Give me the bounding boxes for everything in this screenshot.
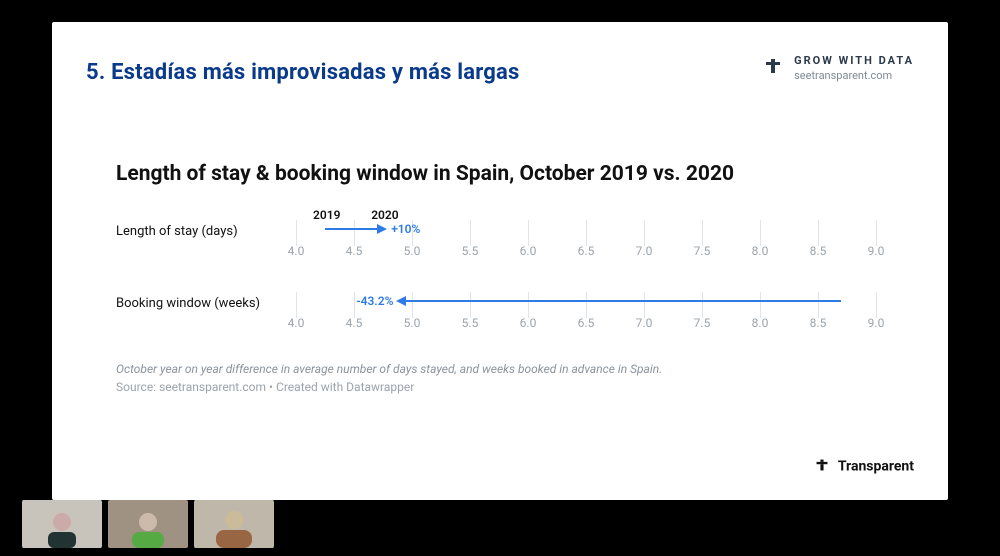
webcam-strip: [22, 500, 276, 548]
webcam-thumb[interactable]: [108, 500, 188, 548]
brand-tagline: GROW WITH DATA: [794, 54, 914, 67]
tick-label: 6.0: [513, 244, 543, 264]
webcam-thumb[interactable]: [194, 500, 274, 548]
tick-label: 6.5: [571, 316, 601, 336]
tick-label: 5.0: [397, 316, 427, 336]
arrow-head-icon: [396, 296, 406, 306]
tick-label: 8.5: [803, 244, 833, 264]
brand-bottom: Transparent: [815, 458, 914, 476]
chart-title: Length of stay & booking window in Spain…: [116, 162, 884, 186]
brand-name: Transparent: [838, 459, 914, 475]
chart-rows: Length of stay (days) 4.0 4.5 5.0 5.5 6.0 6.5 7…: [116, 210, 884, 354]
arrow-head-icon: [377, 224, 387, 234]
transparent-logo-icon: [764, 57, 782, 79]
chart-footnote: October year on year difference in avera…: [116, 362, 884, 376]
tick-label: 8.5: [803, 316, 833, 336]
tick-label: 9.0: [861, 316, 891, 336]
chart-row: Booking window (weeks) 4.0 4.5 5.0 5.5 6.0 6.5…: [116, 282, 884, 354]
tick-label: 5.0: [397, 244, 427, 264]
tick-label: 9.0: [861, 244, 891, 264]
webcam-thumb[interactable]: [22, 500, 102, 548]
chart: Length of stay & booking window in Spain…: [116, 162, 884, 394]
tick-label: 4.5: [339, 244, 369, 264]
tick-label: 6.5: [571, 244, 601, 264]
year-label-2019: 2019: [313, 208, 340, 222]
tick-label: 4.0: [281, 316, 311, 336]
brand-top: GROW WITH DATA seetransparent.com: [764, 54, 914, 82]
tick-label: 7.5: [687, 244, 717, 264]
arrow-line: [325, 228, 377, 230]
pct-change-label: -43.2%: [356, 294, 393, 308]
stage: 5. Estadías más improvisadas y más larga…: [0, 0, 1000, 556]
tick-label: 7.0: [629, 316, 659, 336]
tick-label: 8.0: [745, 244, 775, 264]
axis: 4.04.55.05.56.06.57.07.58.08.59.02019202…: [296, 210, 876, 282]
transparent-logo-icon: [815, 458, 829, 476]
tick-label: 6.0: [513, 316, 543, 336]
chart-row: Length of stay (days) 4.0 4.5 5.0 5.5 6.0 6.5 7…: [116, 210, 884, 282]
arrow-line: [406, 300, 841, 302]
axis: 4.04.55.05.56.06.57.07.58.08.59.0-43.2%: [296, 282, 876, 354]
tick-label: 8.0: [745, 316, 775, 336]
tick-label: 4.5: [339, 316, 369, 336]
row-label: Booking window (weeks): [116, 296, 296, 311]
chart-source: Source: seetransparent.com • Created wit…: [116, 380, 884, 394]
pct-change-label: +10%: [391, 222, 420, 236]
slide: 5. Estadías más improvisadas y más larga…: [52, 22, 948, 500]
tick-label: 5.5: [455, 244, 485, 264]
slide-title: 5. Estadías más improvisadas y más larga…: [86, 60, 520, 85]
row-label: Length of stay (days): [116, 224, 296, 239]
tick-label: 5.5: [455, 316, 485, 336]
tick-label: 7.5: [687, 316, 717, 336]
tick-label: 7.0: [629, 244, 659, 264]
brand-url: seetransparent.com: [794, 69, 914, 82]
year-label-2020: 2020: [371, 208, 398, 222]
tick-label: 4.0: [281, 244, 311, 264]
